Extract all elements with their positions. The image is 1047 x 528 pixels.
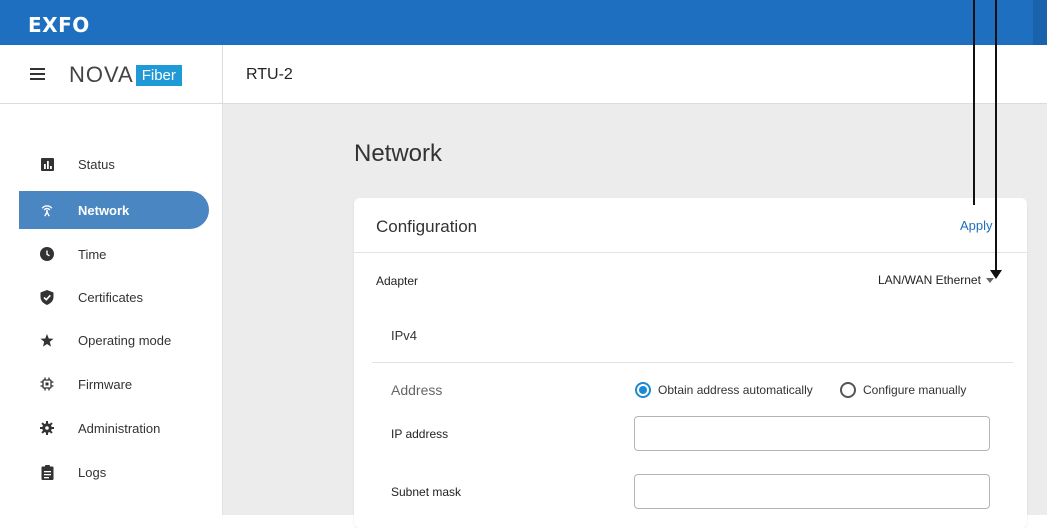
address-label: Address — [391, 382, 443, 398]
clipboard-icon — [40, 464, 54, 480]
annotation-pointer-adapter — [995, 0, 997, 272]
sidebar-item-label: Status — [78, 156, 115, 172]
card-divider — [354, 252, 1027, 253]
radio-selected-icon — [635, 382, 651, 398]
sidebar-item-firmware[interactable]: Firmware — [19, 365, 209, 403]
clock-icon — [40, 247, 54, 261]
sidebar-item-label: Administration — [78, 420, 161, 436]
wifi-antenna-icon — [40, 203, 54, 217]
radio-unselected-icon — [840, 382, 856, 398]
adapter-label: Adapter — [376, 274, 419, 288]
sidebar-item-label: Operating mode — [78, 332, 172, 348]
annotation-pointer-apply — [973, 0, 975, 205]
radio-manual-label: Configure manually — [863, 383, 967, 397]
chip-icon — [40, 377, 54, 391]
star-icon — [40, 333, 54, 347]
subnet-mask-label: Subnet mask — [391, 485, 462, 499]
sidebar-item-operating-mode[interactable]: Operating mode — [19, 321, 209, 359]
sidebar-item-label: Network — [78, 202, 130, 218]
sidebar-item-administration[interactable]: Administration — [19, 409, 209, 447]
top-banner-edge — [1033, 0, 1047, 45]
ip-address-input[interactable] — [634, 416, 990, 451]
radio-auto-label: Obtain address automatically — [658, 383, 813, 397]
sidebar-item-status[interactable]: Status — [19, 145, 209, 183]
brand-fiber-badge: Fiber — [135, 64, 182, 86]
nova-fiber-logo: NOVA Fiber — [69, 62, 182, 87]
configuration-card: Configuration Apply Adapter LAN/WAN Ethe… — [354, 198, 1027, 528]
top-banner: EXFO — [0, 0, 1047, 45]
subnet-mask-input[interactable] — [634, 474, 990, 509]
adapter-select-value: LAN/WAN Ethernet — [878, 273, 981, 287]
sidebar-item-label: Firmware — [78, 376, 133, 392]
card-title: Configuration — [376, 217, 478, 236]
section-divider — [372, 362, 1013, 363]
sidebar-item-label: Certificates — [78, 289, 144, 305]
ipv4-section-label: IPv4 — [391, 328, 418, 343]
brand-nova-text: NOVA — [69, 62, 134, 87]
radio-configure-manually[interactable]: Configure manually — [840, 382, 966, 398]
hamburger-menu-icon[interactable] — [30, 68, 45, 80]
app-bar: NOVA Fiber — [0, 45, 1047, 104]
appbar-divider — [222, 45, 223, 104]
shield-check-icon — [40, 289, 54, 305]
sidebar-item-certificates[interactable]: Certificates — [19, 278, 209, 316]
exfo-logo: EXFO — [28, 13, 90, 37]
sidebar-item-label: Logs — [78, 464, 107, 480]
ip-address-label: IP address — [391, 427, 449, 441]
sidebar-item-network[interactable]: Network — [19, 191, 209, 229]
page-title: Network — [354, 140, 443, 167]
sidebar-item-time[interactable]: Time — [19, 235, 209, 273]
sidebar-item-label: Time — [78, 246, 107, 262]
adapter-select[interactable]: LAN/WAN Ethernet — [878, 273, 994, 287]
gear-icon — [40, 421, 54, 435]
sidebar-item-logs[interactable]: Logs — [19, 453, 209, 491]
device-title: RTU-2 — [246, 66, 293, 83]
annotation-arrowhead-icon — [990, 270, 1002, 279]
bar-chart-icon — [40, 157, 54, 171]
apply-button[interactable]: Apply — [960, 218, 993, 233]
radio-obtain-automatically[interactable]: Obtain address automatically — [635, 382, 813, 398]
